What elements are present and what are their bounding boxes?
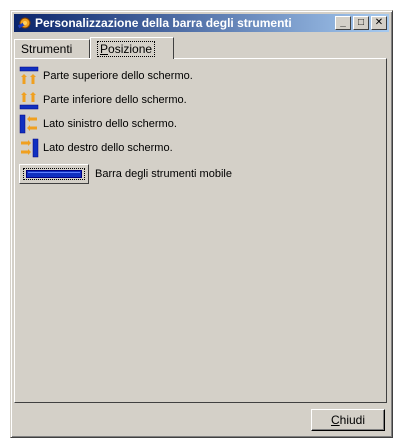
- option-bottom[interactable]: Parte inferiore dello schermo.: [19, 89, 187, 111]
- option-bottom-label: Parte inferiore dello schermo.: [43, 94, 187, 106]
- focus-rect: [23, 168, 85, 180]
- option-left[interactable]: Lato sinistro dello schermo.: [19, 113, 177, 135]
- option-right[interactable]: Lato destro dello schermo.: [19, 137, 173, 159]
- tab-strumenti[interactable]: Strumenti: [14, 39, 90, 58]
- close-icon: ✕: [374, 17, 384, 28]
- position-panel: Parte superiore dello schermo. Parte inf…: [14, 58, 387, 403]
- app-icon: [17, 17, 31, 29]
- tab-posizione-label: Posizione: [97, 41, 156, 57]
- option-left-label: Lato sinistro dello schermo.: [43, 118, 177, 130]
- maximize-button[interactable]: □: [353, 16, 369, 30]
- minimize-icon: _: [340, 17, 346, 28]
- minimize-button[interactable]: _: [335, 16, 351, 30]
- toolbar-bottom-icon: [19, 90, 39, 110]
- window-title: Personalizzazione della barra degli stru…: [35, 16, 292, 30]
- floating-toolbar-icon: [26, 170, 82, 178]
- toolbar-left-icon: [19, 114, 39, 134]
- toolbar-right-icon: [19, 138, 39, 158]
- close-window-button[interactable]: ✕: [371, 16, 387, 30]
- tab-strumenti-label: Strumenti: [21, 42, 73, 56]
- option-top-label: Parte superiore dello schermo.: [43, 70, 193, 82]
- maximize-icon: □: [357, 17, 365, 28]
- toolbar-top-icon: [19, 66, 39, 86]
- option-top[interactable]: Parte superiore dello schermo.: [19, 65, 193, 87]
- title-bar[interactable]: Personalizzazione della barra degli stru…: [14, 14, 389, 32]
- tab-posizione[interactable]: Posizione: [90, 37, 174, 59]
- dialog-window: Personalizzazione della barra degli stru…: [10, 10, 393, 438]
- option-right-label: Lato destro dello schermo.: [43, 142, 173, 154]
- option-floating-label: Barra degli strumenti mobile: [95, 168, 232, 180]
- floating-toolbar-button[interactable]: [19, 164, 89, 184]
- option-floating[interactable]: Barra degli strumenti mobile: [19, 163, 232, 185]
- close-button[interactable]: Chiudi: [311, 409, 385, 431]
